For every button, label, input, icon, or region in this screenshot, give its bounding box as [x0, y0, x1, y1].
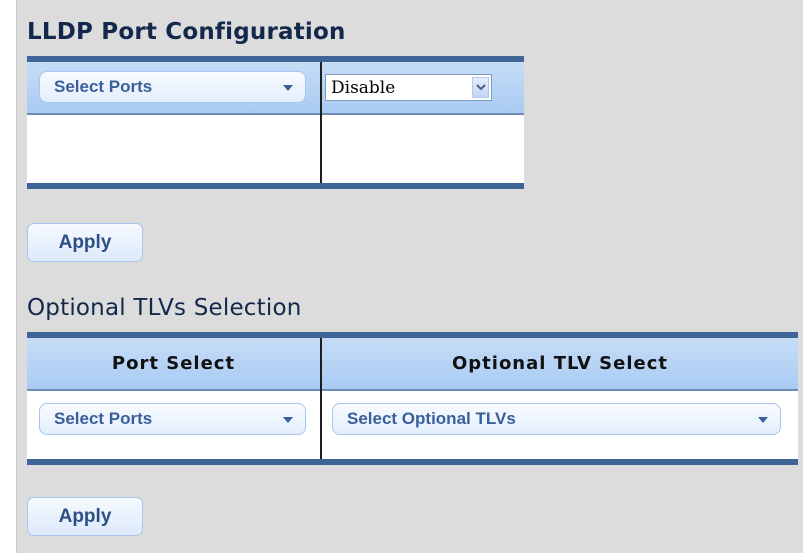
port-select-value: Select Ports: [54, 409, 153, 428]
state-value: Disable: [331, 77, 396, 98]
state-select[interactable]: Disable: [325, 74, 492, 101]
port-select-dropdown[interactable]: Select Ports: [39, 71, 306, 103]
optional-tlv-select-dropdown[interactable]: Select Optional TLVs: [332, 403, 781, 435]
column-divider: [320, 338, 322, 459]
port-select-dropdown[interactable]: Select Ports: [39, 403, 306, 435]
optional-tlv-select-value: Select Optional TLVs: [347, 409, 516, 428]
apply-button[interactable]: Apply: [27, 223, 143, 262]
content-panel: LLDP Port Configuration Port Select Stat…: [16, 0, 803, 553]
chevron-down-icon: [758, 417, 768, 423]
chevron-down-icon: [283, 417, 293, 423]
apply-button[interactable]: Apply: [27, 497, 143, 536]
column-divider: [320, 62, 322, 183]
optional-tlvs-title: Optional TLVs Selection: [27, 295, 302, 321]
chevron-down-icon: [472, 77, 489, 98]
port-select-header: Port Select: [27, 338, 320, 391]
chevron-down-icon: [283, 85, 293, 91]
optional-tlv-select-header: Optional TLV Select: [322, 338, 798, 391]
port-select-value: Select Ports: [54, 77, 153, 96]
optional-tlvs-table: Port Select Optional TLV Select: [27, 332, 798, 465]
lldp-port-config-title: LLDP Port Configuration: [27, 19, 346, 45]
